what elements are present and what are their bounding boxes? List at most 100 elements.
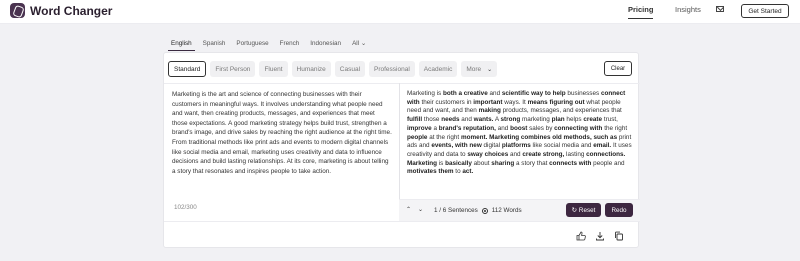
paraphraser-card: Standard First Person Fluent Humanize Ca…	[163, 52, 640, 249]
clear-button[interactable]: Clear	[604, 61, 632, 76]
download-icon[interactable]	[594, 230, 606, 242]
wordchanger-logo-icon	[10, 3, 25, 18]
mode-more-dropdown[interactable]: More ⌄	[461, 61, 498, 77]
changed-phrase[interactable]: email.	[593, 142, 611, 149]
output-phrase: and	[495, 124, 511, 132]
changed-phrase[interactable]: brand's reputation,	[439, 125, 496, 132]
chevron-down-icon: ⌄	[487, 66, 493, 73]
output-text[interactable]: Marketing is both a creative and scienti…	[407, 90, 634, 198]
changed-phrase[interactable]: means figuring out	[528, 99, 585, 106]
brand-name: Word Changer	[30, 3, 113, 18]
changed-phrase[interactable]: both a creative	[443, 90, 488, 97]
mode-academic[interactable]: Academic	[418, 61, 458, 77]
changed-phrase[interactable]: sharing	[491, 160, 514, 167]
mail-icon[interactable]	[716, 6, 724, 12]
output-phrase: at the right	[427, 133, 461, 141]
changed-phrase[interactable]: moment. Marketing combines old methods, …	[461, 134, 617, 141]
output-phrase: ways. It	[502, 98, 528, 106]
changed-phrase[interactable]: platforms	[502, 142, 531, 149]
output-actions	[164, 221, 640, 249]
changed-phrase[interactable]: important	[473, 99, 502, 106]
changed-phrase[interactable]: needs	[441, 116, 459, 123]
changed-phrase[interactable]: connecting with	[554, 125, 602, 132]
mode-humanize[interactable]: Humanize	[291, 61, 331, 77]
output-phrase: a story that	[514, 159, 550, 167]
chevron-down-icon[interactable]: ⌄	[418, 206, 423, 213]
output-stats: 1 / 6 Sentences 112 Words	[434, 207, 522, 214]
mode-more-label: More	[466, 65, 482, 73]
radio-icon	[481, 207, 488, 214]
output-phrase: a	[431, 124, 439, 132]
output-phrase: lasting	[564, 150, 587, 158]
changed-phrase[interactable]: create	[583, 116, 602, 123]
tab-english[interactable]: English	[168, 40, 195, 51]
changed-phrase[interactable]: making	[479, 107, 501, 114]
changed-phrase[interactable]: plan	[552, 116, 565, 123]
output-phrase: like social media and	[530, 142, 594, 150]
tab-indonesian[interactable]: Indonesian	[307, 40, 344, 51]
brand-logo[interactable]: Word Changer	[10, 3, 112, 18]
changed-phrase[interactable]: boost	[510, 125, 527, 132]
output-phrase: helps	[564, 116, 584, 124]
changed-phrase[interactable]: improve	[407, 125, 432, 132]
changed-phrase[interactable]: wants.	[474, 116, 494, 123]
output-phrase: those	[422, 116, 442, 124]
nav-insights[interactable]: Insights	[675, 5, 701, 14]
changed-phrase[interactable]: events, with new	[431, 142, 481, 149]
changed-phrase[interactable]: people	[407, 134, 427, 141]
output-phrase: businesses	[565, 90, 601, 97]
input-textarea[interactable]: Marketing is the art and science of conn…	[172, 90, 392, 176]
chevron-up-icon[interactable]: ⌃	[406, 206, 411, 213]
output-phrase: people and	[591, 159, 625, 167]
output-phrase: Marketing is	[407, 90, 443, 97]
tab-all-label: All	[352, 40, 360, 47]
language-tabs: English Spanish Portuguese French Indone…	[168, 40, 374, 51]
mode-fluent[interactable]: Fluent	[259, 61, 288, 77]
changed-phrase[interactable]: scientific way to help	[502, 90, 566, 97]
output-phrase: is	[436, 159, 446, 167]
reset-button[interactable]: ↻ Reset	[566, 203, 601, 217]
redo-button[interactable]: Redo	[605, 203, 633, 217]
output-phrase: about	[471, 159, 492, 167]
output-phrase: their customers in	[419, 98, 474, 106]
copy-icon[interactable]	[613, 230, 625, 242]
output-phrase: and	[487, 90, 502, 97]
output-footer: ⌃ ⌄ 1 / 6 Sentences 112 Words ↻ Reset Re…	[399, 199, 640, 221]
output-phrase: the right	[602, 124, 628, 132]
tab-portuguese[interactable]: Portuguese	[233, 40, 271, 51]
tab-all-dropdown[interactable]: All ⌄	[349, 40, 369, 51]
mode-first-person[interactable]: First Person	[210, 61, 256, 77]
changed-phrase[interactable]: connects with	[549, 160, 591, 167]
output-phrase: and	[508, 150, 523, 158]
chevron-down-icon: ⌄	[360, 40, 367, 47]
mode-professional[interactable]: Professional	[369, 61, 415, 77]
output-phrase: marketing	[520, 116, 552, 124]
output-phrase: and	[459, 116, 474, 124]
thumbs-up-icon[interactable]	[575, 230, 587, 242]
output-phrase: trust,	[602, 116, 618, 124]
changed-phrase[interactable]: motivates them	[407, 168, 454, 175]
changed-phrase[interactable]: basically	[445, 160, 472, 167]
mode-casual[interactable]: Casual	[334, 61, 366, 77]
changed-phrase[interactable]: act.	[462, 168, 473, 175]
changed-phrase[interactable]: create strong,	[522, 151, 564, 158]
tab-spanish[interactable]: Spanish	[200, 40, 229, 51]
word-counter: 102/300	[174, 204, 197, 211]
output-phrase: digital	[481, 142, 502, 150]
get-started-button[interactable]: Get Started	[741, 4, 789, 18]
changed-phrase[interactable]: fulfill	[407, 116, 422, 123]
sentence-count: 1 / 6 Sentences	[434, 207, 478, 214]
word-count: 112 Words	[491, 207, 522, 214]
divider	[164, 83, 640, 84]
changed-phrase[interactable]: sway choices	[467, 151, 508, 158]
mode-standard[interactable]: Standard	[168, 61, 207, 77]
reset-icon: ↻	[571, 206, 577, 214]
top-navbar: Word Changer Pricing Insights Get Starte…	[0, 0, 800, 24]
mode-selector: Standard First Person Fluent Humanize Ca…	[168, 61, 498, 77]
output-phrase: sales by	[527, 124, 555, 132]
changed-phrase[interactable]: strong	[500, 116, 520, 123]
reset-label: Reset	[578, 206, 596, 214]
output-phrase: products, messages, and experiences that	[500, 107, 622, 115]
nav-pricing[interactable]: Pricing	[628, 5, 654, 19]
tab-french[interactable]: French	[277, 40, 303, 51]
